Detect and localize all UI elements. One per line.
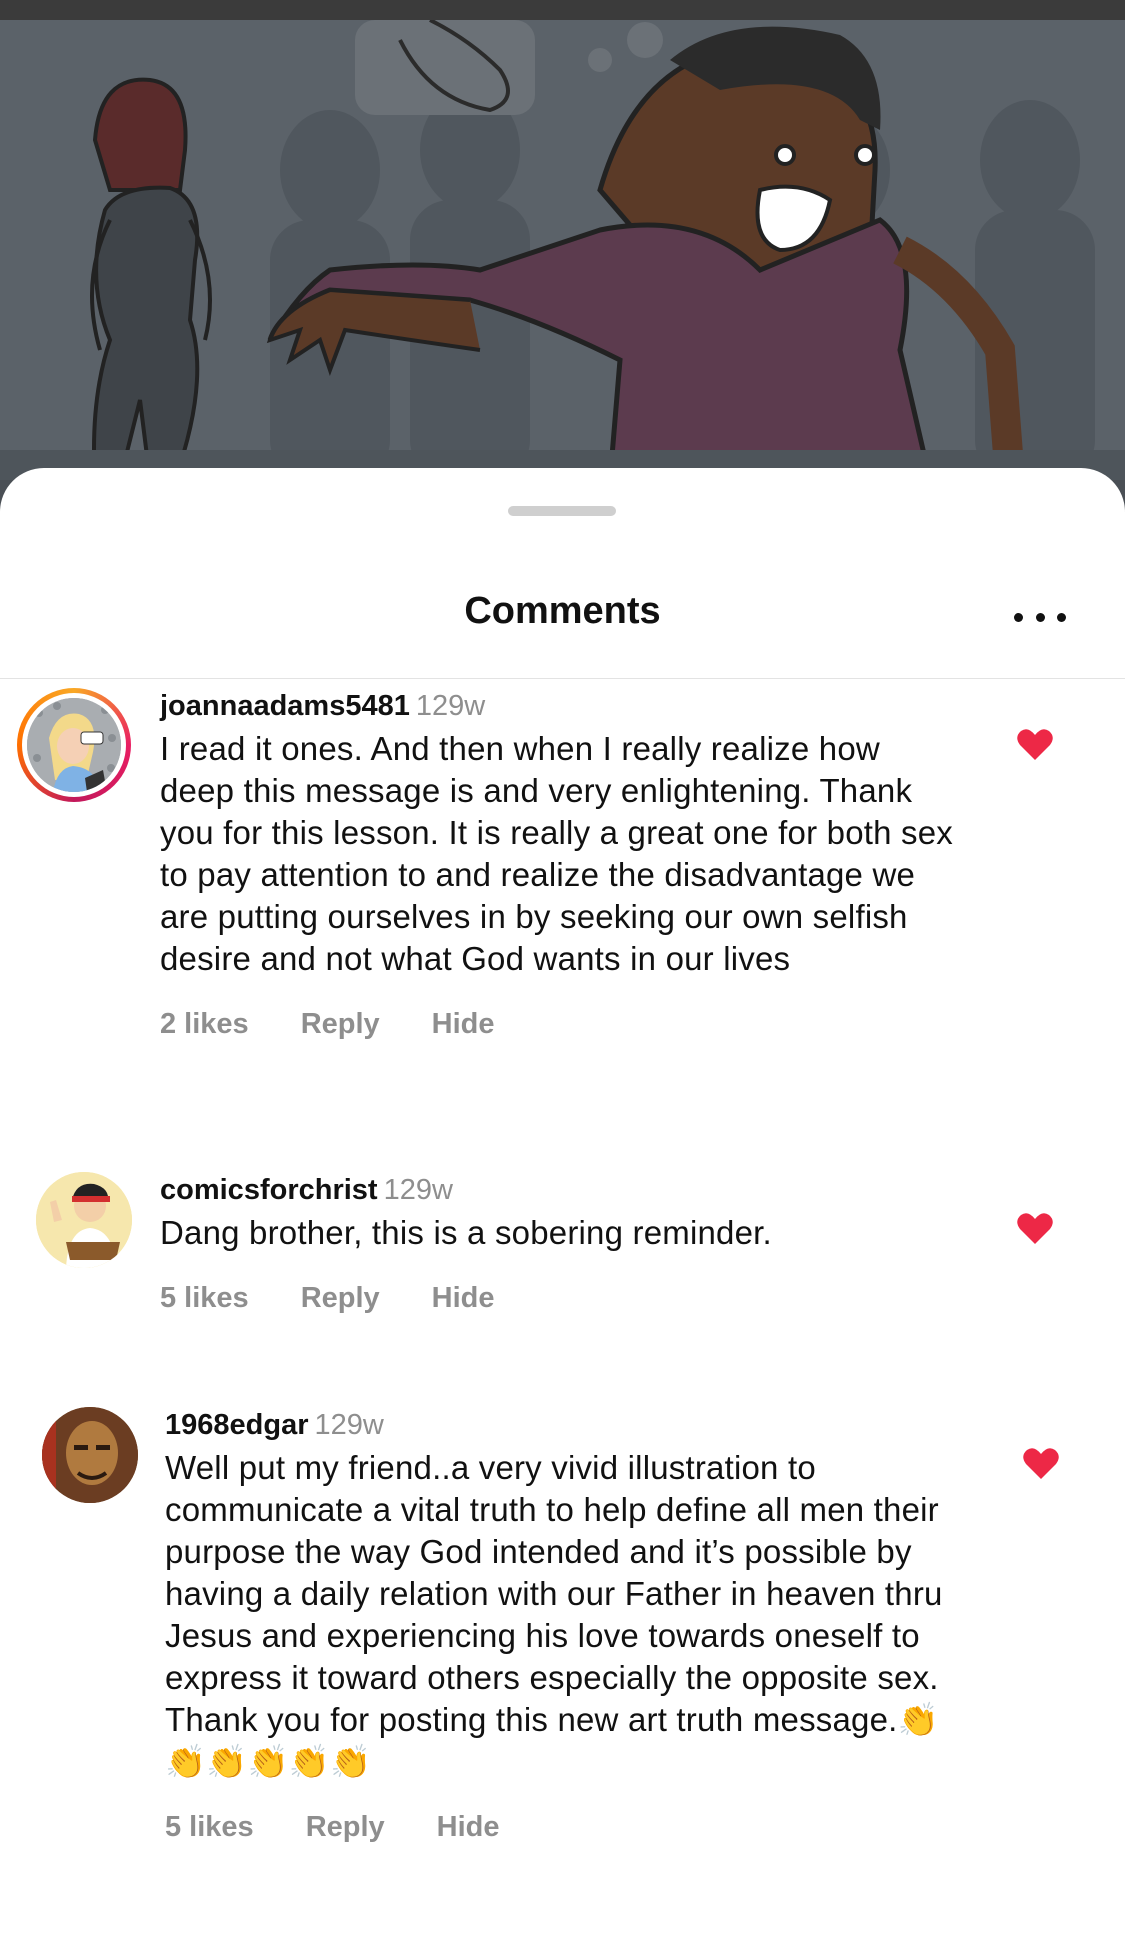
heart-icon[interactable] [1022, 1447, 1060, 1481]
comment-timestamp: 129w [314, 1409, 384, 1441]
comment-username[interactable]: comicsforchrist [160, 1174, 378, 1206]
comment-timestamp: 129w [383, 1174, 453, 1206]
divider [0, 678, 1125, 679]
heart-icon[interactable] [1016, 728, 1054, 762]
avatar[interactable] [42, 1407, 138, 1503]
comment-text: Dang brother, this is a sobering reminde… [160, 1214, 772, 1251]
sheet-grabber[interactable] [508, 506, 616, 516]
comment-timestamp: 129w [415, 690, 486, 722]
comment-username[interactable]: joannaadams5481 [160, 690, 410, 722]
more-options-button[interactable] [1010, 604, 1070, 630]
reply-button[interactable]: Reply [301, 1282, 380, 1315]
post-illustration [0, 20, 1125, 480]
status-bar [0, 0, 1125, 20]
sheet-title: Comments [464, 590, 661, 632]
comment-text: I read it ones. And then when I really r… [160, 730, 953, 977]
likes-count[interactable]: 5 likes [165, 1811, 254, 1844]
reply-button[interactable]: Reply [306, 1811, 385, 1844]
hide-button[interactable]: Hide [432, 1008, 495, 1041]
hide-button[interactable]: Hide [432, 1282, 495, 1315]
hide-button[interactable]: Hide [437, 1811, 500, 1844]
comment-text: Well put my friend..a very vivid illustr… [165, 1449, 943, 1780]
story-ring[interactable] [17, 688, 131, 802]
heart-icon[interactable] [1016, 1212, 1054, 1246]
avatar[interactable] [36, 1172, 132, 1268]
reply-button[interactable]: Reply [301, 1008, 380, 1041]
avatar[interactable] [27, 698, 121, 792]
likes-count[interactable]: 5 likes [160, 1282, 249, 1315]
likes-count[interactable]: 2 likes [160, 1008, 249, 1041]
comment-username[interactable]: 1968edgar [165, 1409, 309, 1441]
